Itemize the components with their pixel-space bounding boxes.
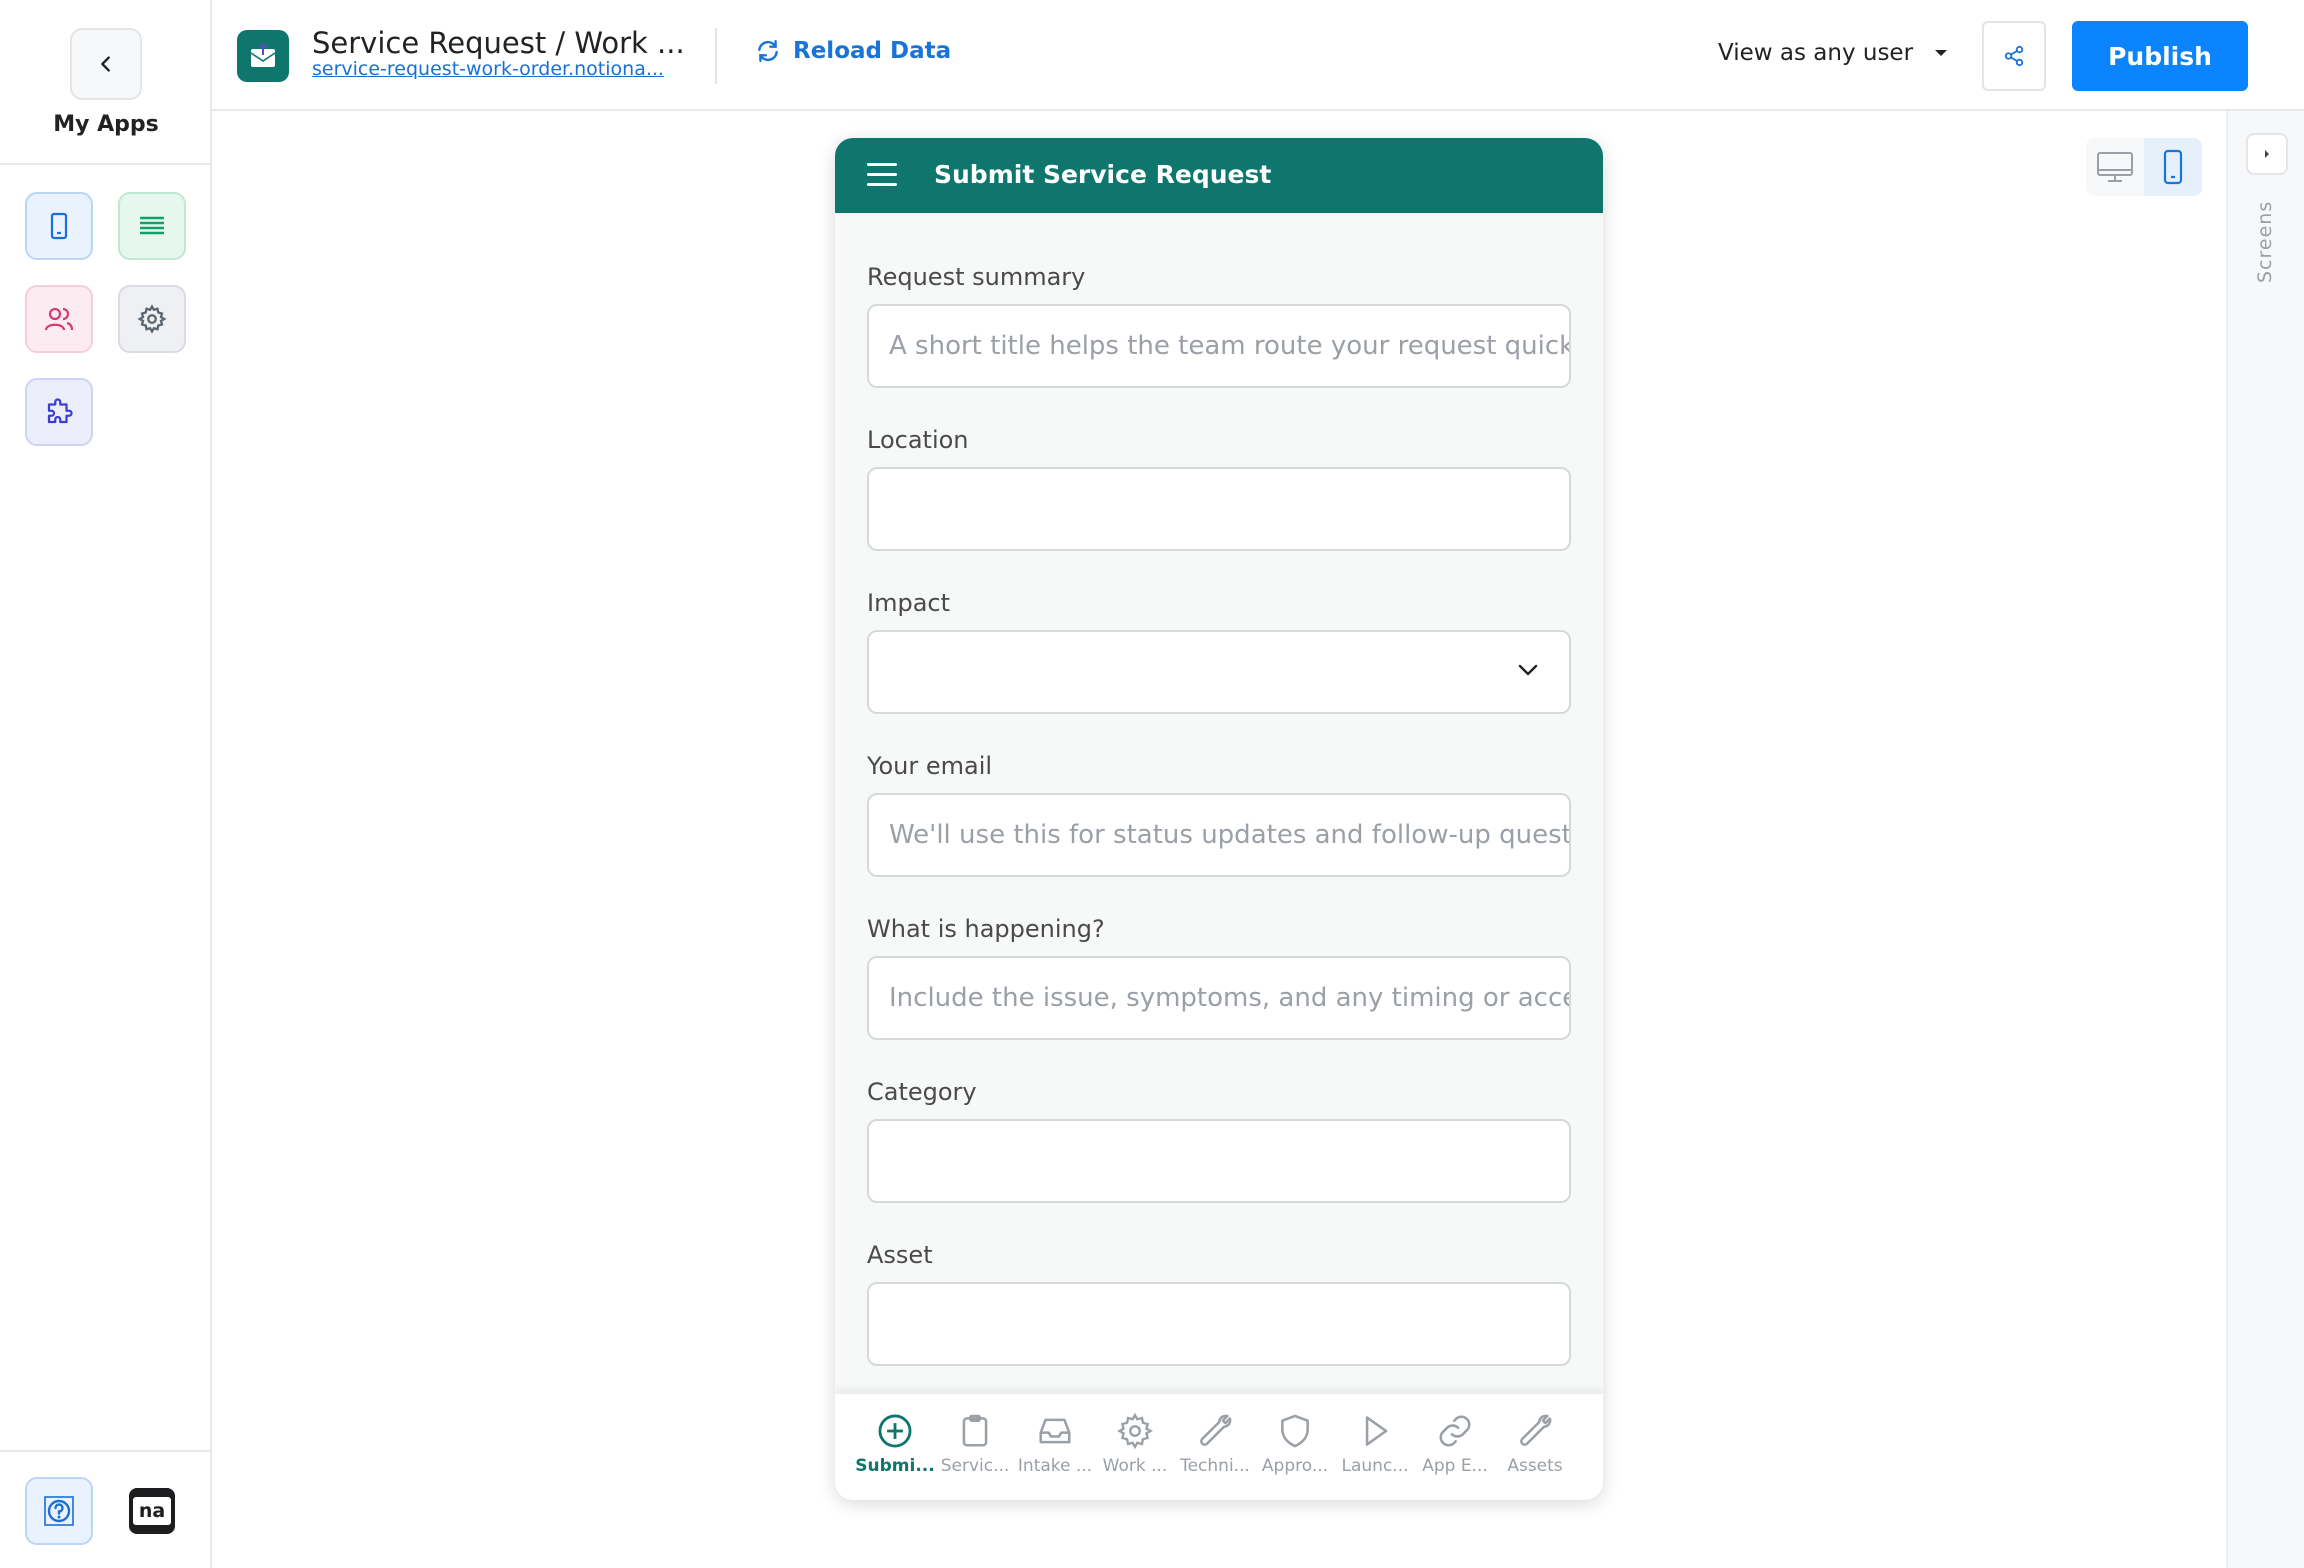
nav-item-assets[interactable]: Assets	[1495, 1394, 1575, 1500]
brand-mark: na	[133, 1497, 171, 1525]
view-as-user-dropdown[interactable]: View as any user	[1718, 40, 1949, 66]
nav-label: Intake ...	[1017, 1456, 1093, 1476]
email-placeholder: We'll use this for status updates and fo…	[889, 820, 1571, 850]
impact-label: Impact	[867, 589, 951, 617]
phone-header: Submit Service Request	[835, 138, 1603, 213]
phone-icon	[50, 212, 68, 240]
publish-button[interactable]: Publish	[2072, 21, 2248, 91]
what-is-happening-label: What is happening?	[867, 915, 1105, 943]
sidebar-bottom-divider	[0, 1450, 212, 1452]
play-icon	[1365, 1416, 1388, 1446]
nav-item-intake[interactable]: Intake ...	[1015, 1394, 1095, 1500]
screens-panel: Screens	[2226, 111, 2304, 1568]
email-input[interactable]: We'll use this for status updates and fo…	[867, 793, 1571, 877]
top-bar: Service Request / Work ... service-reque…	[212, 0, 2304, 111]
request-summary-input[interactable]: A short title helps the team route your …	[867, 304, 1571, 388]
location-label: Location	[867, 426, 969, 454]
expand-screens-button[interactable]	[2246, 133, 2288, 175]
what-is-happening-input[interactable]: Include the issue, symptoms, and any tim…	[867, 956, 1571, 1040]
nav-label: Techni...	[1180, 1456, 1250, 1476]
app-icon	[237, 30, 289, 82]
nav-label: Appro...	[1261, 1456, 1329, 1476]
mobile-screens-button[interactable]	[25, 192, 93, 260]
nav-item-technician[interactable]: Techni...	[1175, 1394, 1255, 1500]
help-icon	[44, 1496, 74, 1526]
envelope-upload-icon	[250, 42, 276, 67]
request-summary-placeholder: A short title helps the team route your …	[889, 331, 1571, 361]
chevron-down-icon	[1518, 664, 1538, 676]
sidebar-divider	[0, 163, 212, 165]
settings-button[interactable]	[118, 285, 186, 353]
clipboard-icon	[962, 1414, 988, 1447]
device-toggle	[2086, 138, 2202, 196]
plus-circle-icon	[878, 1414, 912, 1448]
nav-label: App E...	[1422, 1456, 1488, 1476]
users-button[interactable]	[25, 285, 93, 353]
app-url-link[interactable]: service-request-work-order.notiona...	[312, 58, 664, 80]
brand-logo: na	[118, 1477, 186, 1545]
caret-down-icon	[1935, 50, 1948, 56]
left-sidebar: My Apps na	[0, 0, 212, 1568]
app-title: Service Request / Work ...	[312, 26, 685, 60]
desktop-icon	[2097, 152, 2133, 182]
nav-label: Launc...	[1341, 1456, 1409, 1476]
shield-icon	[1281, 1414, 1309, 1448]
desktop-view-button[interactable]	[2086, 138, 2144, 196]
chevron-left-icon	[101, 56, 110, 72]
screen-title: Submit Service Request	[934, 160, 1272, 189]
nav-item-app-embed[interactable]: App E...	[1415, 1394, 1495, 1500]
chevron-right-icon	[2265, 150, 2269, 158]
category-input[interactable]	[867, 1119, 1571, 1203]
inbox-icon	[1039, 1418, 1071, 1444]
nav-label: Submi...	[855, 1456, 935, 1476]
asset-input[interactable]	[867, 1282, 1571, 1366]
gear-icon	[1117, 1412, 1153, 1450]
share-button[interactable]	[1982, 21, 2046, 91]
nav-label: Assets	[1507, 1456, 1563, 1476]
request-summary-label: Request summary	[867, 263, 1086, 291]
nav-label: Servic...	[940, 1456, 1010, 1476]
category-label: Category	[867, 1078, 977, 1106]
impact-select[interactable]	[867, 630, 1571, 714]
help-button[interactable]	[25, 1477, 93, 1545]
what-is-happening-placeholder: Include the issue, symptoms, and any tim…	[889, 983, 1571, 1013]
nav-item-launch[interactable]: Launc...	[1335, 1394, 1415, 1500]
email-label: Your email	[867, 752, 993, 780]
phone-preview: Submit Service Request Request summary A…	[835, 138, 1603, 1500]
asset-label: Asset	[867, 1241, 933, 1269]
screens-panel-label: Screens	[2254, 200, 2276, 283]
users-icon	[44, 307, 74, 331]
puzzle-icon	[47, 398, 73, 424]
nav-item-work[interactable]: Work ...	[1095, 1394, 1175, 1500]
phone-icon	[2163, 149, 2183, 185]
nav-item-service[interactable]: Servic...	[935, 1394, 1015, 1500]
plugins-button[interactable]	[25, 378, 93, 446]
topbar-divider	[715, 28, 717, 84]
gear-icon	[137, 304, 167, 334]
reload-data-label: Reload Data	[793, 38, 952, 64]
hamburger-menu-icon[interactable]	[867, 163, 897, 187]
list-icon	[140, 216, 164, 235]
location-input[interactable]	[867, 467, 1571, 551]
back-to-apps-button[interactable]	[70, 28, 142, 100]
bottom-nav: Submi... Servic... Intake ... Work ... T…	[835, 1392, 1603, 1500]
wrench-icon	[1200, 1414, 1232, 1446]
mobile-view-button[interactable]	[2144, 138, 2202, 196]
refresh-icon	[758, 40, 778, 62]
view-as-label: View as any user	[1718, 40, 1914, 66]
my-apps-label: My Apps	[53, 112, 159, 137]
data-button[interactable]	[118, 192, 186, 260]
share-icon	[2004, 45, 2024, 67]
nav-item-approvals[interactable]: Appro...	[1255, 1394, 1335, 1500]
wrench-icon	[1520, 1414, 1552, 1446]
link-icon	[1439, 1415, 1471, 1447]
nav-item-submit[interactable]: Submi...	[855, 1394, 935, 1500]
nav-label: Work ...	[1102, 1456, 1168, 1476]
reload-data-button[interactable]: Reload Data	[755, 38, 951, 64]
